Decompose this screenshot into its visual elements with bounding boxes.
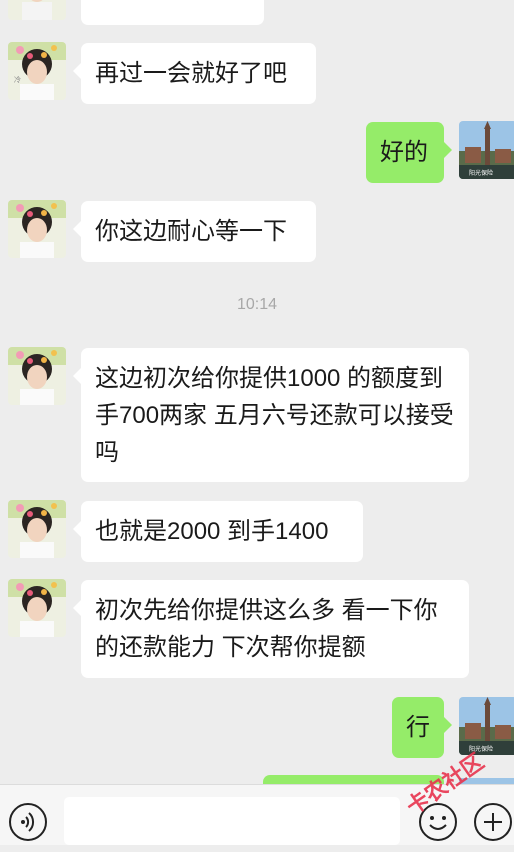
my-avatar[interactable]: 阳光保险: [459, 121, 514, 179]
svg-text:冷: 冷: [14, 75, 21, 84]
svg-text:阳光保险: 阳光保险: [469, 169, 493, 177]
message-text: 再过一会就好了吧: [95, 60, 287, 87]
message-input[interactable]: [64, 797, 400, 845]
message-text: 你这边耐心等一下: [95, 218, 287, 245]
chat-area[interactable]: 冷 再过一会就好了吧 阳光保险 好的 你这边耐心等一下 10:14 这边初次给你…: [0, 0, 514, 784]
cut-off-bubble: [81, 0, 264, 25]
message-text: 行: [406, 714, 430, 741]
message-bubble[interactable]: 初次先给你提供这么多 看一下你的还款能力 下次帮你提额: [73, 580, 469, 678]
cut-off-bubble: [263, 775, 444, 784]
message-bubble[interactable]: 行: [392, 697, 452, 758]
message-text: 这边初次给你提供1000 的额度到手700两家 五月六号还款可以接受吗: [95, 365, 454, 466]
emoji-icon: [429, 816, 447, 830]
peer-avatar[interactable]: [8, 347, 66, 405]
peer-avatar[interactable]: [8, 200, 66, 258]
plus-icon: [484, 813, 502, 831]
peer-avatar[interactable]: [8, 0, 66, 20]
input-bar: [0, 784, 514, 845]
message-text: 好的: [380, 139, 428, 166]
message-text: 初次先给你提供这么多 看一下你的还款能力 下次帮你提额: [95, 597, 438, 661]
message-bubble[interactable]: 好的: [366, 122, 452, 183]
message-bubble[interactable]: 你这边耐心等一下: [73, 201, 316, 262]
emoji-button[interactable]: [419, 803, 457, 841]
peer-avatar[interactable]: [8, 579, 66, 637]
message-bubble[interactable]: 再过一会就好了吧: [73, 43, 316, 104]
timestamp: 10:14: [236, 296, 278, 313]
svg-text:阳光保险: 阳光保险: [469, 745, 493, 753]
my-avatar[interactable]: [459, 775, 514, 784]
message-bubble[interactable]: 这边初次给你提供1000 的额度到手700两家 五月六号还款可以接受吗: [73, 348, 469, 482]
voice-button[interactable]: [9, 803, 47, 841]
my-avatar[interactable]: 阳光保险: [459, 697, 514, 755]
peer-avatar[interactable]: [8, 500, 66, 558]
voice-icon: [21, 812, 35, 832]
peer-avatar[interactable]: 冷: [8, 42, 66, 100]
message-text: 也就是2000 到手1400: [95, 518, 329, 545]
message-bubble[interactable]: 也就是2000 到手1400: [73, 501, 363, 562]
plus-button[interactable]: [474, 803, 512, 841]
